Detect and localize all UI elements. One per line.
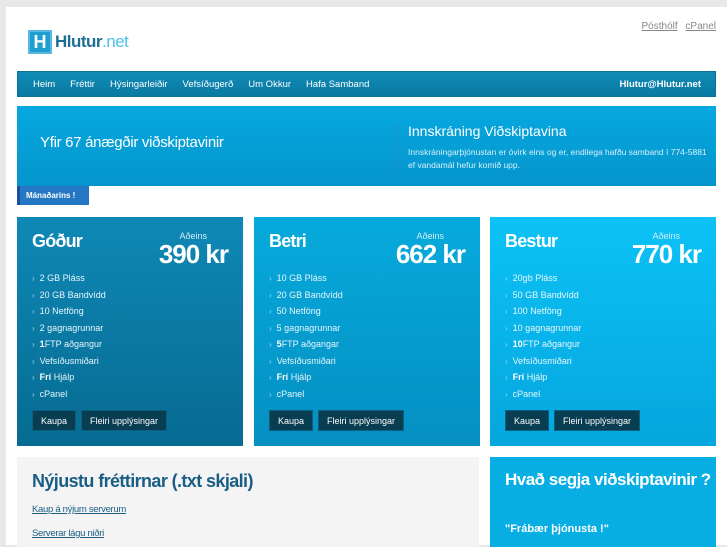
nav-um-okkur[interactable]: Um Okkur <box>248 79 291 90</box>
plan-features: 10 GB Pláss 20 GB Bandvídd 50 Netföng 5 … <box>269 270 343 402</box>
plan-price: 390 kr <box>158 239 229 269</box>
feature: 10 GB Pláss <box>269 270 343 287</box>
feature: 20 GB Bandvídd <box>269 287 343 304</box>
hero-headline: Yfir 67 ánægðir viðskiptavinir <box>40 134 224 151</box>
logo-name: Hlutur <box>55 32 103 51</box>
news-section: Nýjustu fréttirnar (.txt skjali) Kaup á … <box>17 457 479 547</box>
news-title: Nýjustu fréttirnar (.txt skjali) <box>32 471 253 491</box>
plan-card-bestur: Bestur Aðeins 770 kr 20gb Pláss 50 GB Ba… <box>490 217 716 446</box>
news-link[interactable]: Serverar lágu niðri <box>32 528 104 539</box>
plan-card-godur: Góður Aðeins 390 kr 2 GB Pláss 20 GB Ban… <box>17 217 243 446</box>
more-info-button[interactable]: Fleiri upplýsingar <box>554 410 641 431</box>
login-title: Innskráning Viðskiptavina <box>408 123 567 139</box>
testimonial-title: Hvað segja viðskiptavinir ? <box>505 470 711 489</box>
nav-email[interactable]: Hlutur@Hlutur.net <box>619 79 701 90</box>
link-cpanel[interactable]: cPanel <box>685 21 716 32</box>
feature: Frí Hjálp <box>505 369 581 386</box>
nav-hafa-samband[interactable]: Hafa Samband <box>306 79 369 90</box>
plan-name: Bestur <box>505 231 558 251</box>
feature: Vefsíðusmiðari <box>269 353 343 370</box>
login-text: Innskráningarþjónustan er óvirk eins og … <box>408 147 707 170</box>
feature: 50 GB Bandvídd <box>505 287 581 304</box>
feature: cPanel <box>269 386 343 403</box>
testimonial-box: Hvað segja viðskiptavinir ? "Frábær þjón… <box>490 457 716 547</box>
feature: 20gb Pláss <box>505 270 581 287</box>
feature: 5 gagnagrunnar <box>269 320 343 337</box>
feature: 2 GB Pláss <box>32 270 106 287</box>
logo[interactable]: H Hlutur.net <box>28 30 129 54</box>
feature: Frí Hjálp <box>269 369 343 386</box>
news-link[interactable]: Kaup á nýjum serverum <box>32 504 126 515</box>
nav-hysingarleidir[interactable]: Hýsingarleiðir <box>110 79 168 90</box>
link-postholf[interactable]: Pósthólf <box>642 21 678 32</box>
plan-card-betri: Betri Aðeins 662 kr 10 GB Pláss 20 GB Ba… <box>254 217 480 446</box>
logo-tld: .net <box>102 32 129 51</box>
hero-divider <box>397 124 398 169</box>
feature: cPanel <box>32 386 106 403</box>
page: H Hlutur.net Pósthólf cPanel Heim Frétti… <box>6 7 727 547</box>
buy-button[interactable]: Kaupa <box>32 410 77 431</box>
more-info-button[interactable]: Fleiri upplýsingar <box>81 410 168 431</box>
plan-price: 770 kr <box>631 239 702 269</box>
nav-frettir[interactable]: Fréttir <box>70 79 95 90</box>
tab-monthly[interactable]: Mánaðarins ! <box>17 186 89 205</box>
feature: 5FTP aðgangar <box>269 336 343 353</box>
plan-price: 662 kr <box>395 239 466 269</box>
feature: Vefsíðusmiðari <box>32 353 106 370</box>
feature: 10 gagnagrunnar <box>505 320 582 337</box>
nav-vefsidugerd[interactable]: Vefsíðugerð <box>183 79 234 90</box>
plan-features: 20gb Pláss 50 GB Bandvídd 100 Netföng 10… <box>505 270 582 403</box>
feature: cPanel <box>505 386 581 403</box>
feature: Frí Hjálp <box>32 369 106 386</box>
buy-button[interactable]: Kaupa <box>505 410 550 431</box>
feature: 1FTP aðgangur <box>32 336 106 353</box>
feature: 50 Netföng <box>269 303 343 320</box>
more-info-button[interactable]: Fleiri upplýsingar <box>318 410 405 431</box>
plan-name: Góður <box>32 231 83 251</box>
feature: 10 Netföng <box>32 303 106 320</box>
feature: 20 GB Bandvídd <box>32 287 106 304</box>
plan-name: Betri <box>269 231 307 251</box>
buy-button[interactable]: Kaupa <box>269 410 314 431</box>
feature: 10FTP aðgangur <box>505 336 581 353</box>
testimonial-quote: "Frábær þjónusta !" <box>505 523 609 535</box>
nav-heim[interactable]: Heim <box>33 79 55 90</box>
hero-banner: Yfir 67 ánægðir viðskiptavinir Innskráni… <box>17 106 716 186</box>
top-links: Pósthólf cPanel <box>637 21 717 32</box>
feature: 2 gagnagrunnar <box>32 320 106 337</box>
main-nav: Heim Fréttir Hýsingarleiðir Vefsíðugerð … <box>17 71 716 97</box>
feature: 100 Netföng <box>505 303 581 320</box>
feature: Vefsíðusmiðari <box>505 353 581 370</box>
logo-icon: H <box>28 30 52 54</box>
plan-features: 2 GB Pláss 20 GB Bandvídd 10 Netföng 2 g… <box>32 270 106 402</box>
